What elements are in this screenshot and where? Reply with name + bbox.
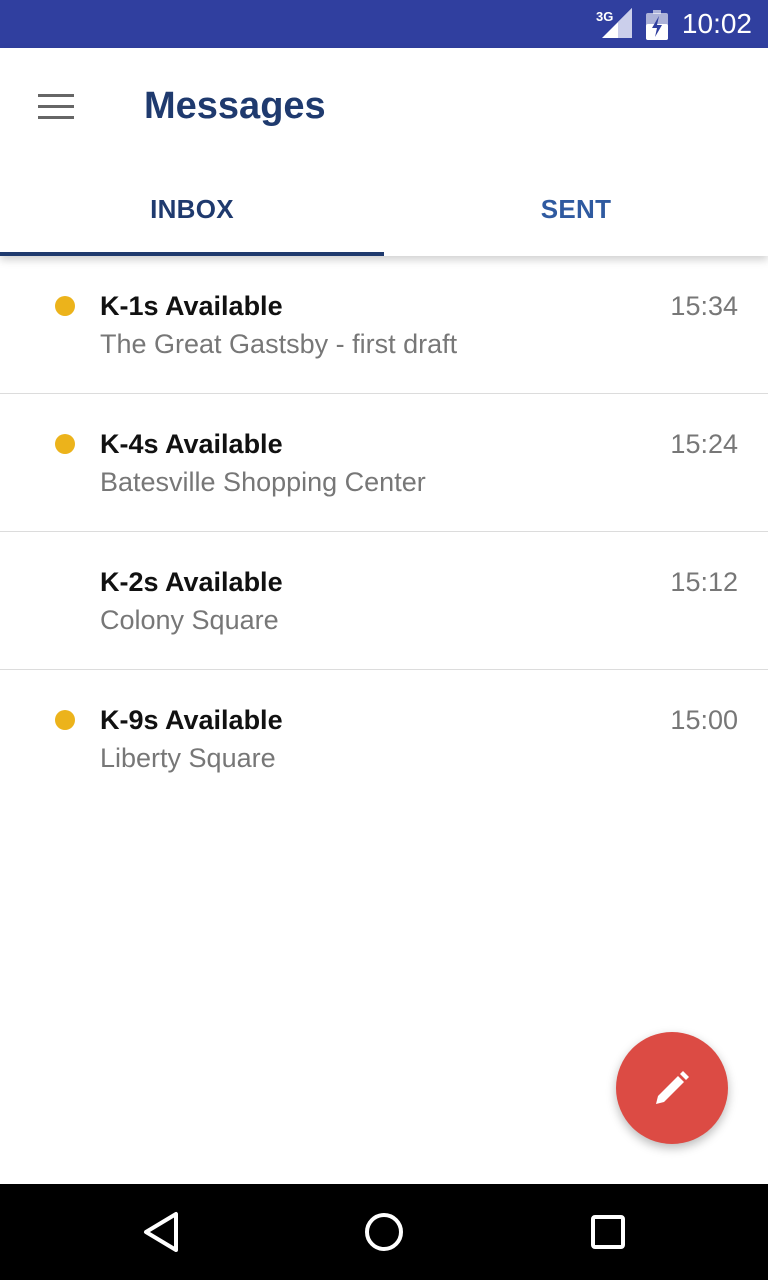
- message-row[interactable]: K-1s Available The Great Gastsby - first…: [0, 256, 768, 394]
- signal-icon: 3G: [596, 8, 632, 38]
- message-subtitle: Liberty Square: [100, 743, 276, 773]
- message-title: K-2s Available: [100, 567, 283, 597]
- battery-icon: [646, 10, 668, 40]
- message-title: K-4s Available: [100, 429, 283, 459]
- back-button[interactable]: [130, 1202, 190, 1262]
- unread-indicator: [55, 710, 75, 730]
- message-title: K-9s Available: [100, 705, 283, 735]
- message-row[interactable]: K-2s Available Colony Square 15:12: [0, 532, 768, 670]
- message-time: 15:34: [670, 291, 738, 321]
- tab-sent[interactable]: SENT: [384, 160, 768, 256]
- navigation-bar: [0, 1184, 768, 1280]
- tab-inbox[interactable]: INBOX: [0, 160, 384, 256]
- pencil-icon: [656, 1071, 689, 1104]
- back-icon: [144, 1212, 178, 1252]
- status-bar: 3G 10:02: [0, 0, 768, 48]
- compose-button[interactable]: [616, 1032, 728, 1144]
- message-subtitle: Colony Square: [100, 605, 279, 635]
- message-row[interactable]: K-4s Available Batesville Shopping Cente…: [0, 394, 768, 532]
- message-row[interactable]: K-9s Available Liberty Square 15:00: [0, 670, 768, 807]
- message-time: 15:24: [670, 429, 738, 459]
- page-title: Messages: [144, 85, 326, 127]
- message-title: K-1s Available: [100, 291, 283, 321]
- home-button[interactable]: [354, 1202, 414, 1262]
- unread-indicator: [55, 434, 75, 454]
- message-time: 15:00: [670, 705, 738, 735]
- message-subtitle: Batesville Shopping Center: [100, 467, 426, 497]
- message-list: K-1s Available The Great Gastsby - first…: [0, 256, 768, 807]
- home-icon: [365, 1213, 403, 1251]
- network-type: 3G: [596, 9, 613, 24]
- app-bar: Messages INBOX SENT: [0, 48, 768, 256]
- status-time: 10:02: [681, 8, 752, 39]
- tab-bar: INBOX SENT: [0, 160, 768, 256]
- hamburger-menu-icon: [38, 94, 74, 119]
- recents-icon: [591, 1215, 625, 1249]
- recents-button[interactable]: [578, 1202, 638, 1262]
- message-time: 15:12: [670, 567, 738, 597]
- message-subtitle: The Great Gastsby - first draft: [100, 329, 458, 359]
- tab-selected-indicator: [0, 252, 384, 256]
- menu-button[interactable]: [20, 78, 92, 134]
- unread-indicator: [55, 296, 75, 316]
